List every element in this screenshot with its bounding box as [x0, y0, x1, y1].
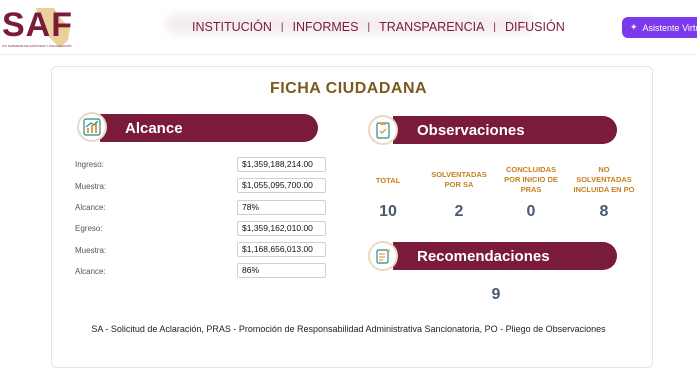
obs-solventadas-value: 2 [454, 203, 464, 220]
ingreso-value: $1,359,188,214.00 [237, 157, 326, 172]
nav-transparencia[interactable]: TRANSPARENCIA [379, 20, 484, 34]
logo-text: SAF [2, 6, 73, 44]
saf-logo[interactable]: SAF ITO SUPERIOR DE AUDITORIA Y FISCALIZ… [2, 4, 74, 50]
ficha-card [51, 66, 653, 368]
obs-solventadas-label: SOLVENTADAS POR SA [431, 170, 487, 189]
observaciones-heading: Observaciones [417, 121, 525, 139]
alcance-label: Alcance: [75, 203, 106, 212]
nav-separator: | [280, 21, 284, 33]
observaciones-header: Observaciones [393, 116, 617, 144]
page-title: FICHA CIUDADANA [269, 80, 428, 97]
egreso-value: $1,359,162,010.00 [237, 221, 326, 236]
alcance-heading: Alcance [125, 119, 183, 137]
obs-concluidas-label: CONCLUIDAS POR INICIO DE PRAS [504, 165, 558, 194]
muestra-egreso-value: $1,168,656,013.00 [237, 242, 326, 257]
abbreviations-footnote: SA - Solicitud de Aclaración, PRAS - Pro… [91, 324, 606, 334]
obs-no-solventadas-label: NO SOLVENTADAS INCLUIDA EN PO [573, 165, 635, 194]
muestra-value: $1,055,095,700.00 [237, 178, 326, 193]
notepad-icon [368, 241, 398, 271]
assistant-button[interactable]: ✦ Asistente Virtu [622, 17, 697, 38]
nav-separator: | [493, 21, 497, 33]
recomendaciones-heading: Recomendaciones [417, 247, 550, 265]
alcance-value: 78% [237, 200, 326, 215]
obs-no-solventadas-value: 8 [599, 203, 609, 220]
ingreso-label: Ingreso: [75, 160, 104, 169]
muestra-egreso-label: Muestra: [75, 246, 107, 255]
assistant-button-label: Asistente Virtu [642, 22, 697, 33]
alcance-egreso-value: 86% [237, 263, 326, 278]
clipboard-check-icon [368, 115, 398, 145]
nav-informes[interactable]: INFORMES [292, 20, 358, 34]
main-nav: INSTITUCIÓN | INFORMES | TRANSPARENCIA |… [192, 20, 565, 34]
obs-total-label: TOTAL [375, 176, 401, 185]
nav-difusion[interactable]: DIFUSIÓN [505, 20, 565, 34]
nav-separator: | [367, 21, 371, 33]
alcance-header: Alcance [100, 114, 318, 142]
muestra-label: Muestra: [75, 182, 107, 191]
obs-concluidas-value: 0 [526, 203, 536, 220]
recomendaciones-header: Recomendaciones [393, 242, 617, 270]
sparkle-icon: ✦ [630, 22, 638, 32]
growth-chart-icon [77, 112, 107, 142]
alcance-egreso-label: Alcance: [75, 267, 106, 276]
egreso-label: Egreso: [75, 224, 103, 233]
recomendaciones-value: 9 [491, 286, 501, 303]
site-header: SAF ITO SUPERIOR DE AUDITORIA Y FISCALIZ… [0, 0, 697, 55]
nav-institucion[interactable]: INSTITUCIÓN [192, 20, 272, 34]
logo-subtitle: ITO SUPERIOR DE AUDITORIA Y FISCALIZACIÓ… [2, 44, 72, 48]
obs-total-value: 10 [379, 203, 397, 220]
